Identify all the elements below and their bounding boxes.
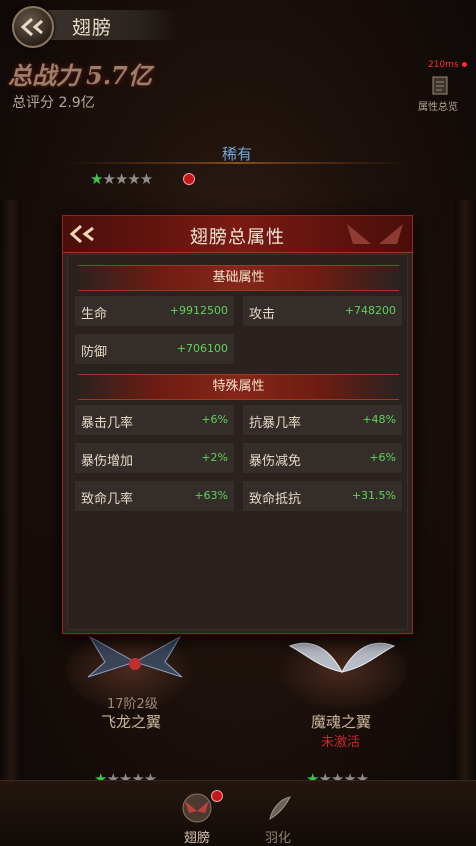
stat-name: 致命抵抗 <box>249 492 302 507</box>
title-plate <box>48 10 178 40</box>
stat-value: +9912500 <box>169 304 228 317</box>
stat-value: +48% <box>362 413 396 426</box>
ping-indicator: 210ms <box>428 60 467 70</box>
power-value: 5.7亿 <box>86 61 152 90</box>
basic-section-header: 基础属性 <box>78 265 399 291</box>
page-title: 翅膀 <box>72 17 113 39</box>
bottom-nav: 翅膀 羽化 <box>0 780 476 846</box>
basic-section-title: 基础属性 <box>212 270 265 285</box>
wing-status: 未激活 <box>321 735 361 750</box>
notification-dot <box>183 173 195 185</box>
wing-tab-icon[interactable] <box>180 793 214 823</box>
stat-value: +6% <box>201 413 228 426</box>
left-pillar <box>0 200 22 790</box>
stat-cell: 暴伤增加 +2% <box>74 442 235 474</box>
stat-cell: 致命几率 +63% <box>74 480 235 512</box>
stat-cell: 生命 +9912500 <box>74 295 235 327</box>
tab-feather[interactable]: 羽化 <box>265 827 291 846</box>
stat-name: 致命几率 <box>81 492 134 507</box>
dragon-wing-icon[interactable] <box>80 632 190 692</box>
stat-name: 抗暴几率 <box>249 416 302 431</box>
stat-value: +748200 <box>344 304 396 317</box>
top-bar: 翅膀 <box>0 0 476 48</box>
stat-name: 暴击几率 <box>81 416 134 431</box>
rarity-label: 稀有 <box>222 145 253 163</box>
feather-icon[interactable] <box>266 795 292 821</box>
stat-cell: 抗暴几率 +48% <box>242 404 403 436</box>
modal-header: 翅膀总属性 <box>63 216 412 253</box>
tab-wings[interactable]: 翅膀 <box>184 827 210 846</box>
attribute-summary-button[interactable]: 属性总览 <box>418 98 458 113</box>
stat-name: 生命 <box>81 307 108 322</box>
stat-cell: 致命抵抗 +31.5% <box>242 480 403 512</box>
wing-attributes-modal: 翅膀总属性 基础属性 生命 +9912500 攻击 +748200 防御 +70… <box>62 215 413 634</box>
modal-body: 基础属性 生命 +9912500 攻击 +748200 防御 +706100 特… <box>67 254 408 630</box>
stat-cell: 暴击几率 +6% <box>74 404 235 436</box>
stat-value: +31.5% <box>351 489 396 502</box>
soul-wing-icon[interactable] <box>286 632 398 696</box>
stat-cell: 暴伤减免 +6% <box>242 442 403 474</box>
back-arrow-icon <box>20 17 43 37</box>
stat-value: +706100 <box>176 342 228 355</box>
notification-dot <box>211 790 223 802</box>
wing-ornament-icon <box>347 224 371 244</box>
wing-name[interactable]: 飞龙之翼 <box>101 711 161 732</box>
scroll-icon[interactable] <box>430 74 450 96</box>
stat-name: 防御 <box>81 345 108 360</box>
stat-cell: 防御 +706100 <box>74 333 235 365</box>
power-label: 总战力 <box>8 61 80 90</box>
total-score: 总评分 2.9亿 <box>12 95 95 111</box>
stat-name: 暴伤增加 <box>81 454 134 469</box>
star-rating: ★★★★★ <box>90 170 153 188</box>
stat-cell: 攻击 +748200 <box>242 295 403 327</box>
special-section-title: 特殊属性 <box>212 379 265 394</box>
ping-dot <box>461 62 467 67</box>
wing-level: 17阶2级 <box>107 697 158 712</box>
stat-name: 暴伤减免 <box>249 454 302 469</box>
stat-value: +63% <box>194 489 228 502</box>
wing-name[interactable]: 魔魂之翼 <box>311 711 371 732</box>
special-section-header: 特殊属性 <box>78 374 399 400</box>
wing-ornament-icon <box>379 224 403 244</box>
stat-value: +2% <box>201 451 228 464</box>
back-button[interactable] <box>12 6 54 48</box>
stat-value: +6% <box>369 451 396 464</box>
total-power: 总战力 5.7亿 <box>8 56 152 91</box>
stat-name: 攻击 <box>249 307 276 322</box>
right-pillar <box>454 200 476 790</box>
